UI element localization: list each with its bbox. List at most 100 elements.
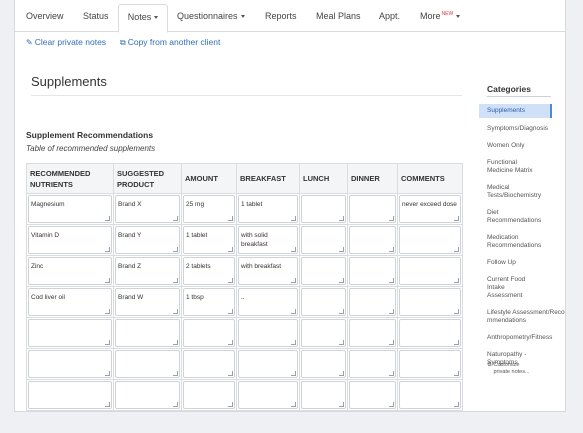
- table-cell: [236, 317, 300, 349]
- col-header-lunch: LUNCH: [299, 163, 348, 194]
- tab-notes[interactable]: Notes: [118, 4, 168, 33]
- lunch-textarea[interactable]: [301, 381, 346, 409]
- table-cell: [397, 379, 463, 411]
- nutrient-textarea[interactable]: Magnesium: [28, 195, 112, 223]
- amount-textarea[interactable]: 1 tablet: [183, 226, 235, 254]
- table-cell: Brand Z: [113, 255, 182, 287]
- tab-appt[interactable]: Appt.: [379, 0, 400, 32]
- breakfast-textarea[interactable]: [238, 381, 298, 409]
- table-cell: [26, 379, 114, 411]
- product-textarea[interactable]: [115, 350, 180, 378]
- product-textarea[interactable]: Brand W: [115, 288, 180, 316]
- tab-reports[interactable]: Reports: [265, 0, 297, 32]
- notes-panel: Overview Status Notes Questionnaires Rep…: [14, 0, 566, 412]
- lunch-textarea[interactable]: [301, 195, 346, 223]
- category-symptoms-diagnosis[interactable]: Symptoms/Diagnosis: [479, 123, 565, 135]
- customize-notes-link[interactable]: ⚙ Customize private notes...: [487, 362, 535, 376]
- table-cell: [236, 379, 300, 411]
- comments-textarea[interactable]: [399, 350, 461, 378]
- tab-meal-plans[interactable]: Meal Plans: [316, 0, 361, 32]
- tab-appt-label: Appt.: [379, 11, 401, 21]
- comments-textarea[interactable]: [399, 257, 461, 285]
- product-textarea[interactable]: Brand Y: [115, 226, 180, 254]
- lunch-textarea[interactable]: [301, 226, 346, 254]
- nutrient-textarea[interactable]: [28, 381, 112, 409]
- product-textarea[interactable]: [115, 381, 180, 409]
- product-textarea[interactable]: [115, 319, 180, 347]
- nutrient-textarea[interactable]: Zinc: [28, 257, 112, 285]
- breakfast-textarea[interactable]: ..: [238, 288, 298, 316]
- nutrient-textarea[interactable]: Cod liver oil: [28, 288, 112, 316]
- nutrient-textarea[interactable]: [28, 319, 112, 347]
- table-cell: [26, 348, 114, 380]
- dinner-textarea[interactable]: [349, 226, 396, 254]
- tab-overview[interactable]: Overview: [26, 0, 64, 32]
- amount-textarea[interactable]: 25 mg: [183, 195, 235, 223]
- lunch-textarea[interactable]: [301, 319, 346, 347]
- tab-more[interactable]: MoreNEW: [420, 0, 461, 32]
- category-anthropometry-fitness[interactable]: Anthropometry/Fitness: [479, 332, 565, 344]
- section-title: Supplement Recommendations: [26, 130, 154, 140]
- category-diet-recommendations[interactable]: Diet Recommendations: [479, 207, 551, 227]
- dinner-textarea[interactable]: [349, 195, 396, 223]
- table-cell: [397, 255, 463, 287]
- category-women-only[interactable]: Women Only: [479, 140, 565, 152]
- amount-textarea[interactable]: [183, 381, 235, 409]
- product-textarea[interactable]: Brand X: [115, 195, 180, 223]
- comments-textarea[interactable]: [399, 319, 461, 347]
- tab-more-label: More: [420, 11, 441, 21]
- comments-textarea[interactable]: [399, 288, 461, 316]
- breakfast-textarea[interactable]: 1 tablet: [238, 195, 298, 223]
- table-row: Zinc Brand Z2 tablets with breakfast: [26, 255, 463, 287]
- clear-private-notes-link[interactable]: ✎ Clear private notes: [26, 37, 106, 47]
- comments-textarea[interactable]: [399, 226, 461, 254]
- table-cell: 25 mg: [181, 193, 237, 225]
- dinner-textarea[interactable]: [349, 350, 396, 378]
- table-cell: [397, 286, 463, 318]
- comments-textarea[interactable]: never exceed dose: [399, 195, 461, 223]
- tab-meal-plans-label: Meal Plans: [316, 11, 361, 21]
- breakfast-textarea[interactable]: with breakfast: [238, 257, 298, 285]
- category-functional-medicine-matrix[interactable]: Functional Medicine Matrix: [479, 157, 551, 177]
- dinner-textarea[interactable]: [349, 288, 396, 316]
- breakfast-textarea[interactable]: [238, 319, 298, 347]
- amount-textarea[interactable]: 2 tablets: [183, 257, 235, 285]
- product-textarea[interactable]: Brand Z: [115, 257, 180, 285]
- table-row: [26, 379, 463, 411]
- copy-from-client-link[interactable]: ⧉ Copy from another client: [120, 37, 220, 48]
- table-cell: [299, 193, 348, 225]
- category-lifestyle-assessment[interactable]: Lifestyle Assessment/Recommendations: [479, 307, 565, 327]
- lunch-textarea[interactable]: [301, 288, 346, 316]
- tab-questionnaires[interactable]: Questionnaires: [177, 0, 245, 32]
- lunch-textarea[interactable]: [301, 350, 346, 378]
- amount-textarea[interactable]: [183, 350, 235, 378]
- category-current-food-intake[interactable]: Current Food Intake Assessment: [479, 274, 534, 302]
- eraser-icon: ✎: [26, 38, 33, 47]
- amount-textarea[interactable]: [183, 319, 235, 347]
- breakfast-textarea[interactable]: with solid breakfast: [238, 226, 298, 254]
- category-follow-up[interactable]: Follow Up: [479, 257, 565, 269]
- customize-notes-label: Customize private notes...: [493, 362, 530, 375]
- category-medical-tests[interactable]: Medical Tests/Biochemistry: [479, 182, 551, 202]
- categories-title: Categories: [487, 84, 531, 94]
- nutrient-textarea[interactable]: Vitamin D: [28, 226, 112, 254]
- table-cell: 1 tablet: [181, 224, 237, 256]
- lunch-textarea[interactable]: [301, 257, 346, 285]
- table-cell: [299, 224, 348, 256]
- col-header-breakfast: BREAKFAST: [236, 163, 300, 194]
- tab-status[interactable]: Status: [83, 0, 109, 32]
- dinner-textarea[interactable]: [349, 381, 396, 409]
- table-cell: [181, 317, 237, 349]
- table-cell: [397, 317, 463, 349]
- dinner-textarea[interactable]: [349, 257, 396, 285]
- table-cell: 2 tablets: [181, 255, 237, 287]
- category-medication-recommendations[interactable]: Medication Recommendations: [479, 232, 554, 252]
- nutrient-textarea[interactable]: [28, 350, 112, 378]
- breakfast-textarea[interactable]: [238, 350, 298, 378]
- table-cell: [347, 255, 398, 287]
- comments-textarea[interactable]: [399, 381, 461, 409]
- dinner-textarea[interactable]: [349, 319, 396, 347]
- amount-textarea[interactable]: 1 tbsp: [183, 288, 235, 316]
- table-cell: [299, 317, 348, 349]
- category-supplements[interactable]: Supplements: [479, 104, 552, 118]
